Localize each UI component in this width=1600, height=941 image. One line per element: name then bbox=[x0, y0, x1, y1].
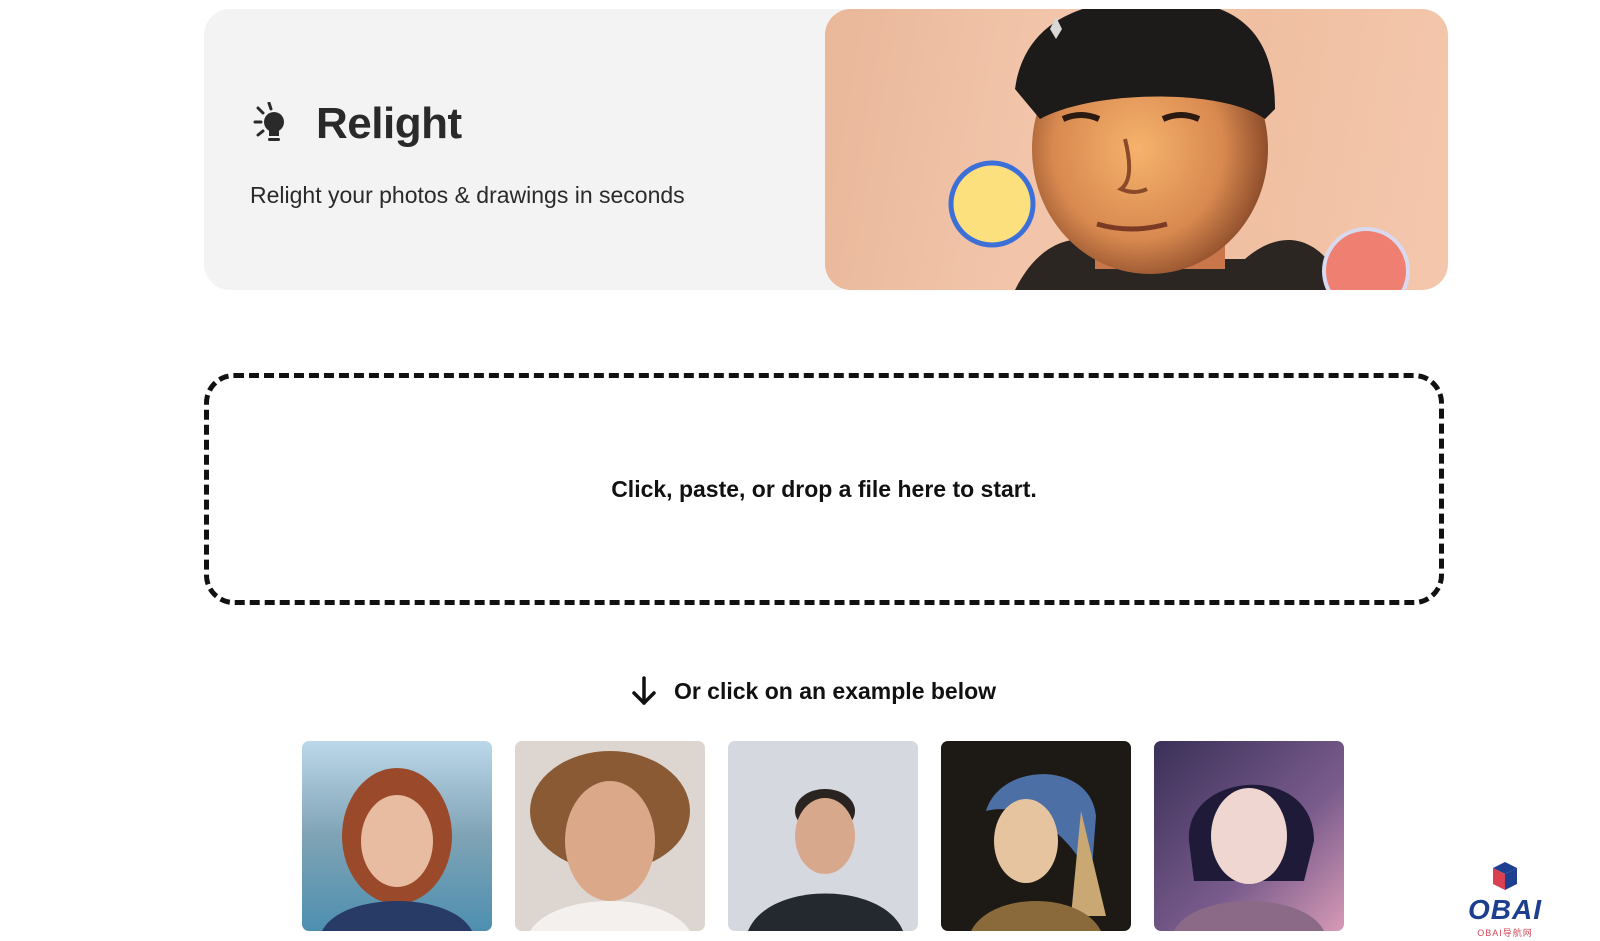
file-dropzone[interactable]: Click, paste, or drop a file here to sta… bbox=[204, 373, 1444, 605]
hero-portrait-image bbox=[825, 9, 1448, 290]
hero-title-row: Relight bbox=[252, 99, 462, 149]
example-thumbnails bbox=[302, 741, 1344, 931]
dropzone-text: Click, paste, or drop a file here to sta… bbox=[611, 475, 1037, 502]
watermark-logo: OBAI OBAI导航网 bbox=[1455, 862, 1555, 938]
examples-hint: Or click on an example below bbox=[0, 675, 1600, 707]
watermark-text: OBAI bbox=[1468, 894, 1542, 925]
example-curly-hair-man[interactable] bbox=[515, 741, 705, 931]
page-subtitle: Relight your photos & drawings in second… bbox=[250, 182, 685, 208]
example-girl-pearl-earring[interactable] bbox=[941, 741, 1131, 931]
watermark-subtext: OBAI导航网 bbox=[1477, 928, 1533, 938]
example-man-dark-shirt[interactable] bbox=[728, 741, 918, 931]
lightbulb-icon bbox=[253, 102, 284, 141]
hero-card: Relight Relight your photos & drawings i… bbox=[204, 9, 1448, 290]
example-redhead-woman[interactable] bbox=[302, 741, 492, 931]
arrow-down-icon bbox=[632, 676, 656, 705]
examples-hint-text: Or click on an example below bbox=[673, 677, 997, 704]
page-title: Relight bbox=[316, 99, 462, 148]
example-anime-girl[interactable] bbox=[1154, 741, 1344, 931]
